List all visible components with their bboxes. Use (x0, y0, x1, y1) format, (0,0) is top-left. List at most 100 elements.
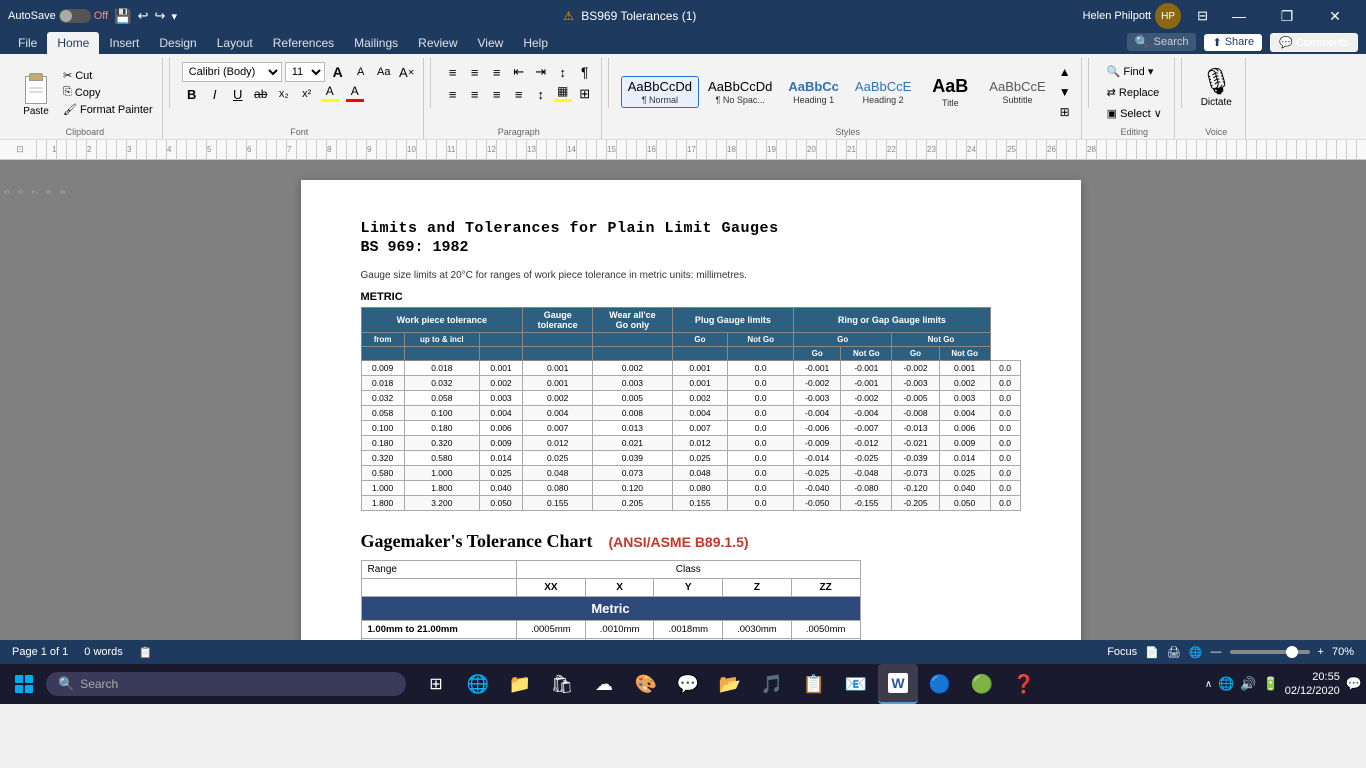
grow-font-button[interactable]: A (328, 62, 348, 82)
restore-button[interactable]: ❐ (1264, 0, 1310, 32)
tab-design[interactable]: Design (149, 32, 206, 54)
text-highlight-button[interactable]: A (320, 84, 340, 104)
taskbar-explorer[interactable]: 📁 (500, 664, 540, 704)
font-name-select[interactable]: Calibri (Body) (182, 62, 282, 82)
font-size-select[interactable]: 11 (285, 62, 325, 82)
focus-label[interactable]: Focus (1107, 646, 1137, 658)
document-content[interactable]: Limits and Tolerances for Plain Limit Ga… (15, 160, 1366, 640)
font-color-button[interactable]: A (345, 84, 365, 104)
bullets-button[interactable]: ≡ (443, 62, 463, 82)
close-button[interactable]: ✕ (1312, 0, 1358, 32)
show-marks-button[interactable]: ¶ (575, 62, 595, 82)
tray-network[interactable]: 🌐 (1218, 676, 1234, 692)
replace-button[interactable]: ⇄ Replace (1101, 83, 1168, 102)
tab-mailings[interactable]: Mailings (344, 32, 408, 54)
italic-button[interactable]: I (205, 84, 225, 104)
taskbar-edge[interactable]: 🌐 (458, 664, 498, 704)
undo-icon[interactable]: ↩ (138, 8, 149, 24)
shading-button[interactable]: ▦ (553, 84, 573, 104)
sort-button[interactable]: ↕ (553, 62, 573, 82)
view-print-icon[interactable]: 🖨 (1167, 646, 1181, 659)
redo-icon[interactable]: ↪ (155, 8, 166, 24)
tab-home[interactable]: Home (47, 32, 99, 54)
justify-button[interactable]: ≡ (509, 84, 529, 104)
taskbar-task-view[interactable]: ⊞ (416, 664, 456, 704)
taskbar-app5[interactable]: 🎨 (626, 664, 666, 704)
taskbar-edge2[interactable]: 🔵 (920, 664, 960, 704)
minimize-button[interactable]: — (1216, 0, 1262, 32)
styles-scroll-down[interactable]: ▼ (1055, 82, 1075, 102)
borders-button[interactable]: ⊞ (575, 84, 595, 104)
taskbar-search[interactable]: 🔍 Search (46, 672, 406, 696)
tab-review[interactable]: Review (408, 32, 467, 54)
ruler-corner[interactable]: ⊡ (15, 144, 25, 155)
dictate-button[interactable]: 🎙 Dictate (1194, 62, 1239, 112)
taskbar-word[interactable]: W (878, 664, 918, 704)
taskbar-store[interactable]: 🛍 (542, 664, 582, 704)
bold-button[interactable]: B (182, 84, 202, 104)
decrease-indent-button[interactable]: ⇤ (509, 62, 529, 82)
tray-battery[interactable]: 🔋 (1263, 676, 1279, 692)
copy-button[interactable]: ⎘ Copy (60, 85, 156, 100)
styles-expand[interactable]: ⊞ (1055, 102, 1075, 122)
save-icon[interactable]: 💾 (114, 8, 131, 25)
taskbar-help[interactable]: ❓ (1004, 664, 1044, 704)
zoom-level[interactable]: 70% (1332, 646, 1354, 658)
paste-button[interactable]: Paste (14, 64, 58, 121)
styles-scroll-up[interactable]: ▲ (1055, 62, 1075, 82)
taskbar-onedrive[interactable]: ☁ (584, 664, 624, 704)
tab-file[interactable]: File (8, 32, 47, 54)
taskbar-app13[interactable]: 🟢 (962, 664, 1002, 704)
comments-button[interactable]: 💬 Comments (1270, 33, 1358, 52)
view-web-icon[interactable]: 🌐 (1189, 646, 1203, 659)
share-button[interactable]: ⬆ Share (1204, 34, 1262, 51)
tab-references[interactable]: References (263, 32, 344, 54)
proofing-icon[interactable]: 📋 (139, 646, 153, 659)
change-case-button[interactable]: Aa (374, 62, 394, 82)
multilevel-button[interactable]: ≡ (487, 62, 507, 82)
clear-format-button[interactable]: A✕ (397, 62, 417, 82)
line-spacing-button[interactable]: ↕ (531, 84, 551, 104)
select-button[interactable]: ▣ Select ∨ (1101, 104, 1168, 123)
tray-notification[interactable]: 💬 (1346, 676, 1362, 692)
tab-help[interactable]: Help (513, 32, 558, 54)
taskbar-app8[interactable]: 🎵 (752, 664, 792, 704)
superscript-button[interactable]: x² (297, 84, 317, 104)
document-page[interactable]: Limits and Tolerances for Plain Limit Ga… (301, 180, 1081, 640)
style-normal[interactable]: AaBbCcDd ¶ Normal (621, 76, 699, 108)
align-right-button[interactable]: ≡ (487, 84, 507, 104)
style-subtitle[interactable]: AaBbCcE Subtitle (982, 76, 1052, 108)
time-block[interactable]: 20:55 02/12/2020 (1285, 670, 1340, 699)
subscript-button[interactable]: x₂ (274, 84, 294, 104)
strikethrough-button[interactable]: ab (251, 84, 271, 104)
find-button[interactable]: 🔍 Find ▾ (1101, 62, 1168, 81)
ribbon-display-icon[interactable]: ⊟ (1197, 8, 1208, 24)
style-title[interactable]: AaB Title (920, 73, 980, 111)
zoom-plus-icon[interactable]: + (1318, 646, 1324, 658)
increase-indent-button[interactable]: ⇥ (531, 62, 551, 82)
autosave-toggle[interactable]: AutoSave Off (8, 9, 108, 23)
cut-button[interactable]: ✂ Cut (60, 68, 156, 83)
taskbar-filemanager[interactable]: 📂 (710, 664, 750, 704)
numbering-button[interactable]: ≡ (465, 62, 485, 82)
style-no-spacing[interactable]: AaBbCcDd ¶ No Spac... (701, 76, 779, 108)
taskbar-todo[interactable]: 📋 (794, 664, 834, 704)
underline-button[interactable]: U (228, 84, 248, 104)
tab-view[interactable]: View (468, 32, 514, 54)
taskbar-app6[interactable]: 💬 (668, 664, 708, 704)
style-heading1[interactable]: AaBbCc Heading 1 (781, 76, 846, 108)
ribbon-search[interactable]: 🔍 Search (1127, 33, 1197, 51)
view-read-icon[interactable]: 📄 (1145, 646, 1159, 659)
align-center-button[interactable]: ≡ (465, 84, 485, 104)
tray-sound[interactable]: 🔊 (1240, 676, 1256, 692)
tab-layout[interactable]: Layout (207, 32, 263, 54)
format-painter-button[interactable]: 🖌 Format Painter (60, 102, 156, 117)
zoom-minus-icon[interactable]: — (1211, 646, 1222, 658)
tab-insert[interactable]: Insert (99, 32, 149, 54)
shrink-font-button[interactable]: A (351, 62, 371, 82)
start-button[interactable] (4, 664, 44, 704)
align-left-button[interactable]: ≡ (443, 84, 463, 104)
zoom-slider[interactable] (1230, 650, 1310, 654)
taskbar-outlook[interactable]: 📧 (836, 664, 876, 704)
autosave-pill[interactable] (59, 9, 91, 23)
